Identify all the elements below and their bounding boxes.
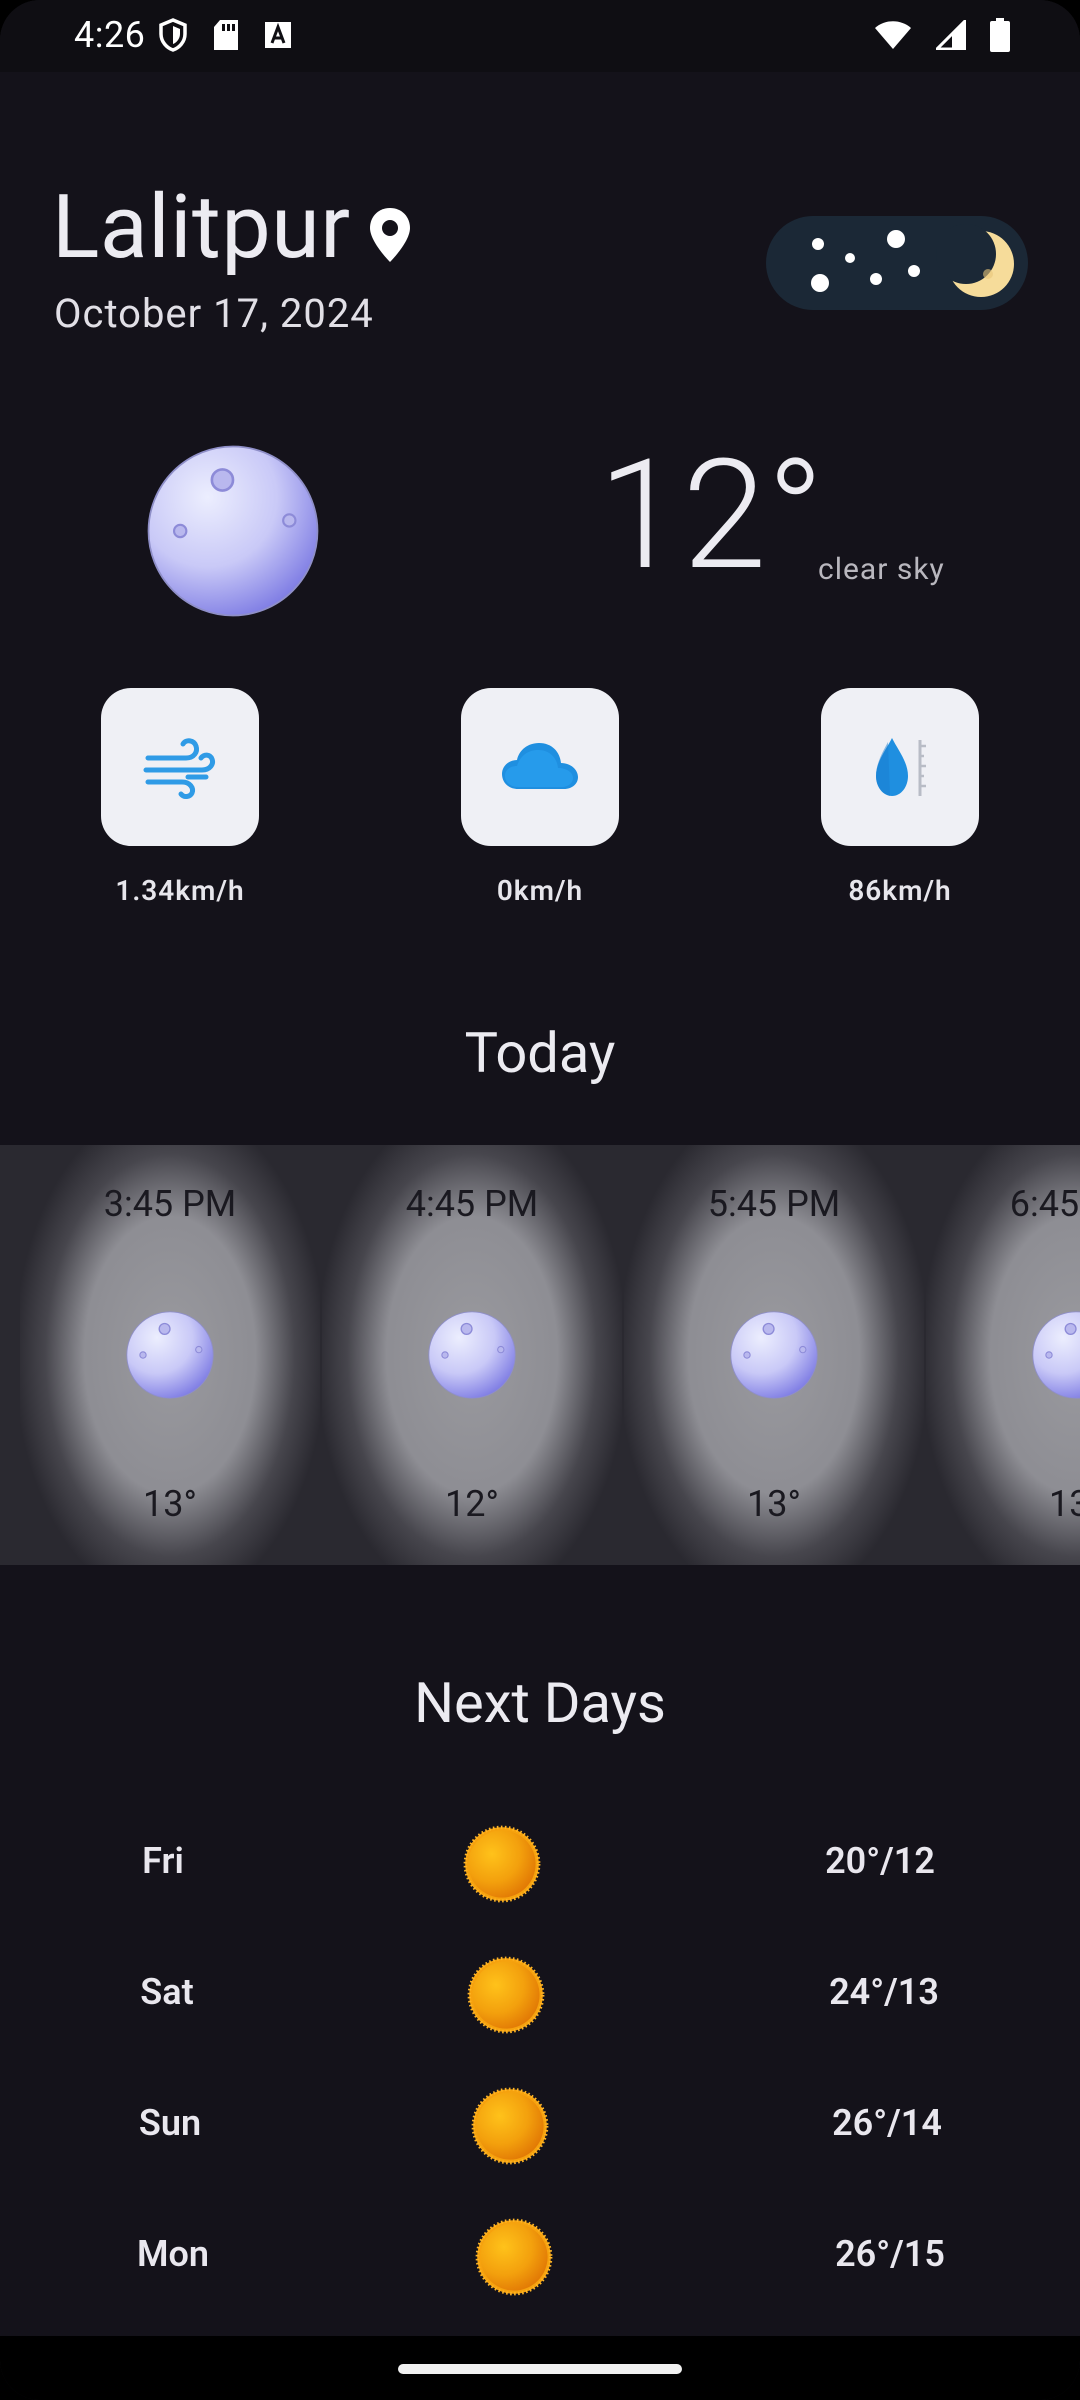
hour-time: 4:45 PM — [405, 1183, 539, 1225]
today-title: Today — [464, 1020, 616, 1086]
wind-metric: 1.34km/h — [101, 688, 259, 907]
day-row: Mon 26°/15 — [0, 2205, 1080, 2305]
cloud-icon — [502, 743, 578, 789]
sun-icon — [470, 2086, 550, 2166]
hourly-forecast-list[interactable]: 3:45 PM 13° 4:45 PM 12° 5:45 PM 13° 6:45… — [0, 1145, 1080, 1565]
hour-temp: 13° — [1049, 1483, 1080, 1525]
sun-icon — [466, 1955, 546, 2035]
hour-time: 5:45 PM — [707, 1183, 841, 1225]
location-pin-icon[interactable] — [366, 206, 414, 268]
wifi-icon — [874, 20, 912, 50]
day-row: Fri 20°/12 — [0, 1812, 1080, 1912]
hour-time: 6:45 PM — [1009, 1183, 1080, 1225]
signal-icon — [936, 20, 966, 50]
humidity-metric: 86km/h — [821, 688, 979, 907]
hour-temp: 13° — [747, 1483, 801, 1525]
sun-icon — [474, 2217, 554, 2297]
stars-moon-icon — [811, 224, 1014, 297]
day-name: Sun — [138, 2102, 202, 2144]
day-row: Sun 26°/14 — [0, 2074, 1080, 2174]
shield-icon — [158, 18, 188, 52]
sd-card-icon — [212, 19, 240, 51]
day-name: Mon — [137, 2233, 209, 2275]
day-name: Sat — [140, 1971, 194, 2013]
status-icons-right — [874, 18, 1010, 52]
moon-icon — [125, 1310, 215, 1400]
moon-icon — [729, 1310, 819, 1400]
day-temp-range: 24°/13 — [829, 1971, 939, 2013]
wind-icon — [143, 738, 215, 799]
hour-card[interactable]: 4:45 PM 12° — [322, 1145, 622, 1565]
humidity-value: 86km/h — [848, 874, 952, 907]
day-temp-range: 20°/12 — [825, 1840, 935, 1882]
moon-icon — [145, 443, 321, 619]
navigation-bar — [0, 2336, 1080, 2400]
status-time: 4:26 — [74, 14, 146, 56]
wind-tile[interactable] — [101, 688, 259, 846]
status-bar: 4:26 — [0, 0, 1080, 72]
home-indicator[interactable] — [398, 2364, 682, 2374]
day-temp-range: 26°/15 — [835, 2233, 945, 2275]
weather-screen: 4:26 Lalitpur October 17, 2024 12° clear… — [0, 0, 1080, 2400]
current-date: October 17, 2024 — [54, 290, 374, 337]
cloud-tile[interactable] — [461, 688, 619, 846]
wind-speed-value: 1.34km/h — [115, 874, 245, 907]
status-icons-left — [158, 18, 292, 52]
cloud-metric: 0km/h — [461, 688, 619, 907]
night-mode-toggle[interactable] — [766, 216, 1028, 310]
current-temperature: 12° — [598, 427, 825, 605]
moon-icon — [427, 1310, 517, 1400]
hour-card[interactable]: 5:45 PM 13° — [624, 1145, 924, 1565]
cloud-value: 0km/h — [496, 874, 584, 907]
weather-description: clear sky — [818, 552, 945, 587]
city-name: Lalitpur — [52, 176, 351, 279]
next-days-title: Next Days — [414, 1670, 666, 1736]
humidity-tile[interactable] — [821, 688, 979, 846]
sun-icon — [462, 1824, 542, 1904]
day-name: Fri — [142, 1840, 184, 1882]
day-temp-range: 26°/14 — [832, 2102, 942, 2144]
text-a-icon — [264, 21, 292, 49]
day-row: Sat 24°/13 — [0, 1943, 1080, 2043]
hour-temp: 12° — [445, 1483, 499, 1525]
battery-icon — [990, 18, 1010, 52]
humidity-icon — [876, 738, 926, 796]
hour-time: 3:45 PM — [103, 1183, 237, 1225]
moon-icon — [1031, 1310, 1080, 1400]
hour-card[interactable]: 6:45 PM 13° — [926, 1145, 1080, 1565]
hour-card[interactable]: 3:45 PM 13° — [20, 1145, 320, 1565]
hour-temp: 13° — [143, 1483, 197, 1525]
